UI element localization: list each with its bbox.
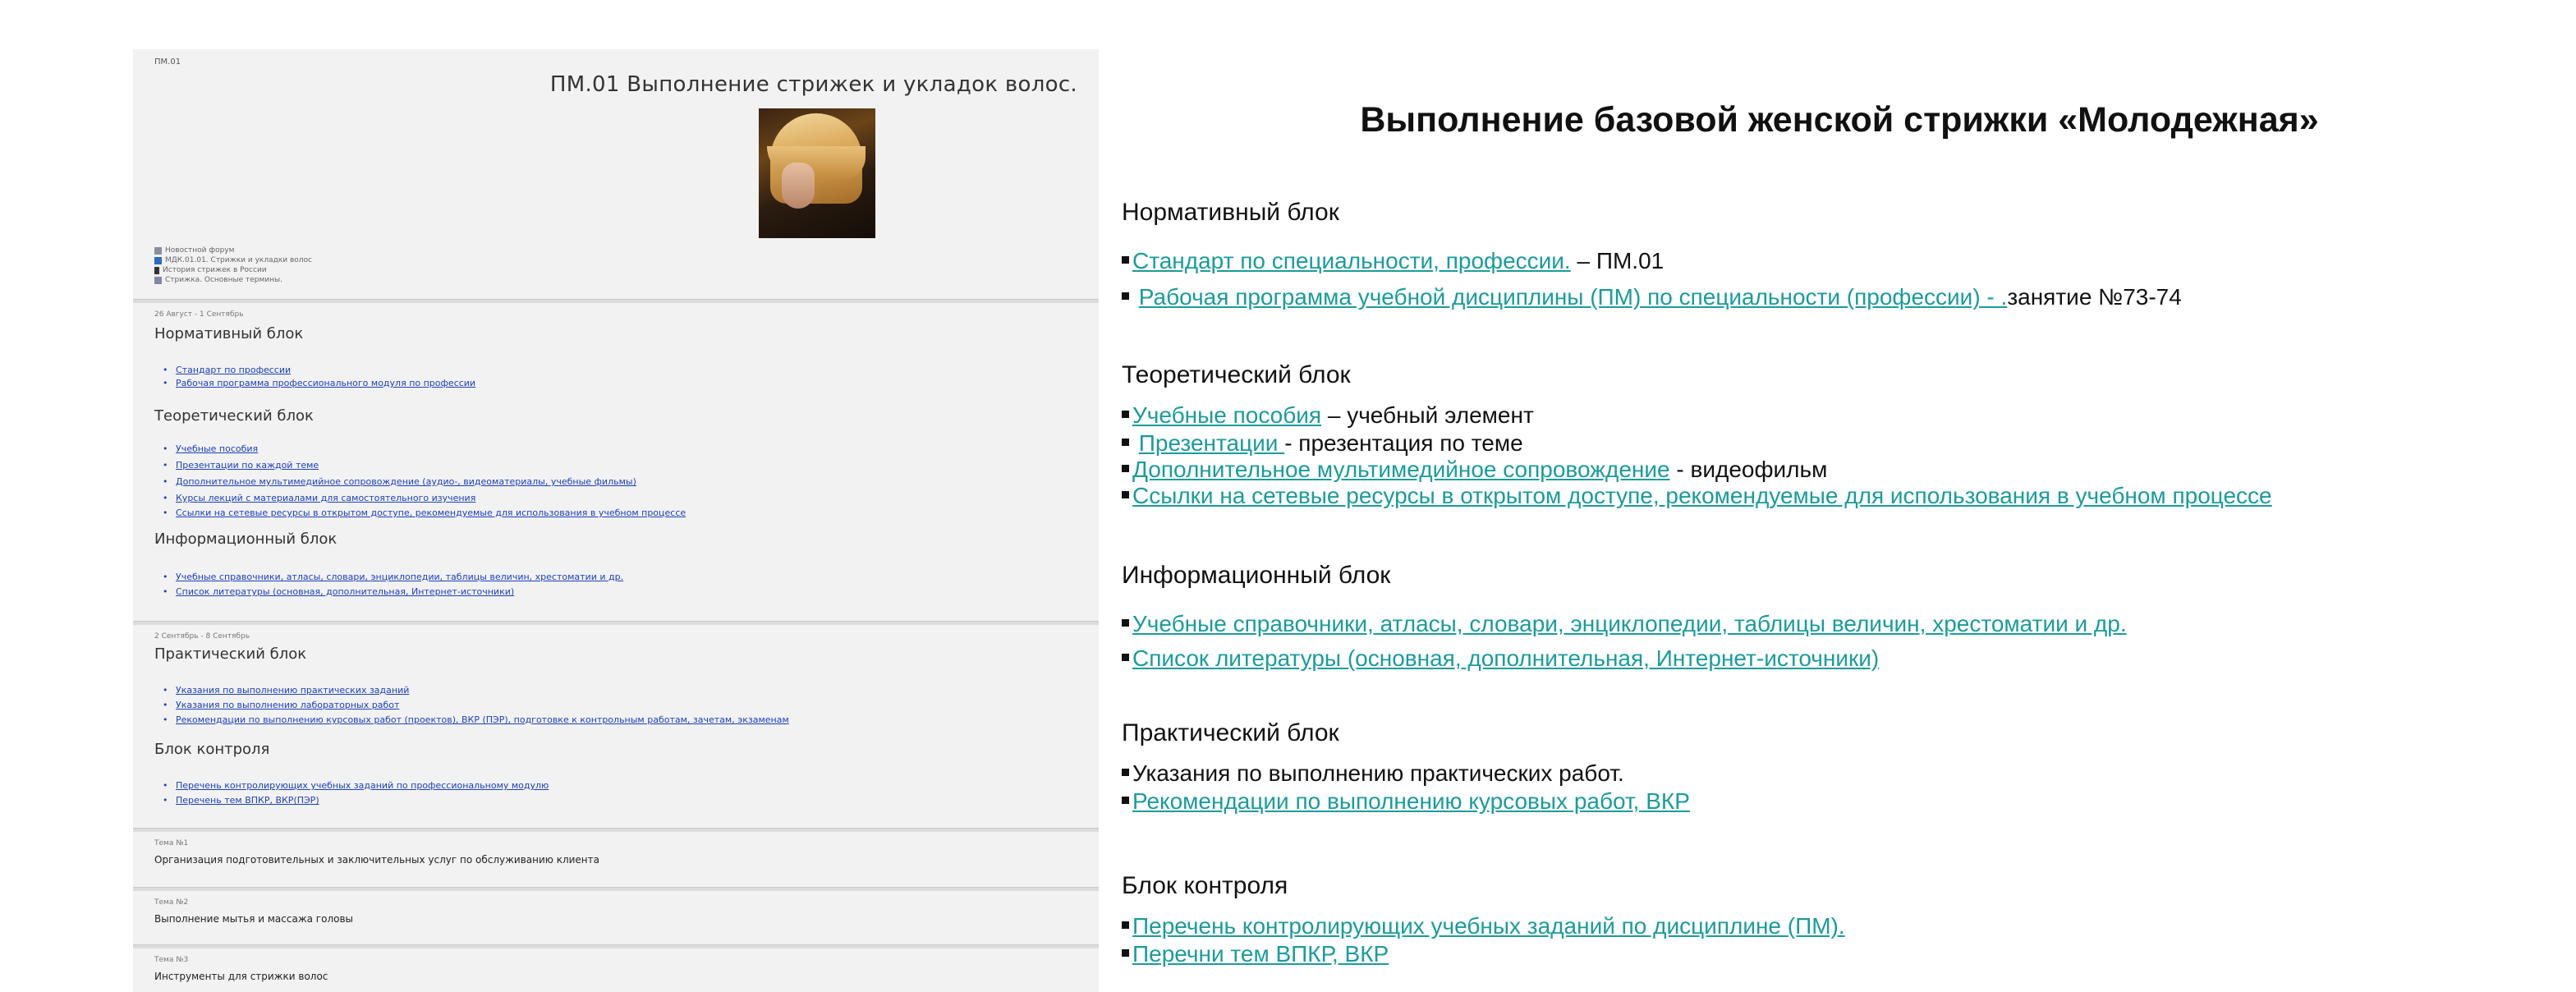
info-row-2: Список литературы (основная, дополнитель… [1122,645,1879,672]
work-program-link[interactable]: Рабочая программа учебной дисциплины (ПМ… [1139,284,2008,310]
topic-3-title[interactable]: Инструменты для стрижки волос [154,971,328,982]
bullet-square-icon [1122,619,1129,627]
link-standard[interactable]: Стандарт по профессии [176,365,291,375]
bullet-square-icon [1122,769,1129,777]
info-row-1: Учебные справочники, атласы, словари, эн… [1122,611,2127,637]
course-page-screenshot: ПМ.01 ПМ.01 Выполнение стрижек и укладок… [133,49,1099,992]
link-practical-tasks[interactable]: Указания по выполнению практических зада… [176,685,409,696]
practice-heading: Практический блок [1122,719,1339,746]
topic-1-label: Тема №1 [154,839,189,847]
link-presentations[interactable]: Презентации по каждой теме [176,460,319,471]
practice-row-1: Указания по выполнению практических рабо… [1122,760,1624,787]
theory-row-1: Учебные пособия – учебный элемент [1122,402,1534,429]
link-literature[interactable]: Список литературы (основная, дополнитель… [176,586,514,597]
reference-books-link[interactable]: Учебные справочники, атласы, словари, эн… [1132,611,2127,636]
link-web-resources[interactable]: Ссылки на сетевые ресурсы в открытом дос… [176,507,686,518]
web-resources-link[interactable]: Ссылки на сетевые ресурсы в открытом дос… [1132,483,2272,508]
link-multimedia[interactable]: Дополнительное мультимедийное сопровожде… [176,476,636,487]
doc-icon [154,256,162,264]
textbooks-link[interactable]: Учебные пособия [1132,402,1321,428]
section-divider [133,944,1099,948]
literature-link[interactable]: Список литературы (основная, дополнитель… [1132,645,1879,671]
theory-row-4: Ссылки на сетевые ресурсы в открытом дос… [1122,483,2272,509]
resource-terms[interactable]: Стрижка. Основные термины. [154,276,282,284]
week1-normative-heading: Нормативный блок [154,325,304,342]
bullet-square-icon [1122,921,1129,930]
link-lab-works[interactable]: Указания по выполнению лабораторных рабо… [176,700,399,710]
coursework-link[interactable]: Рекомендации по выполнению курсовых рабо… [1132,788,1690,814]
course-image [759,108,875,238]
bullet-square-icon [1122,491,1129,499]
breadcrumb[interactable]: ПМ.01 [154,57,181,67]
topic-2-title[interactable]: Выполнение мытья и массажа головы [154,913,353,925]
link-reference-books[interactable]: Учебные справочники, атласы, словари, эн… [176,572,623,582]
section-divider [133,828,1099,832]
resource-forum[interactable]: Новостной форум [154,246,234,255]
course-title: ПМ.01 Выполнение стрижек и укладок волос… [549,72,1077,97]
bullet-square-icon [1122,465,1129,473]
control-heading: Блок контроля [1122,872,1288,899]
week2-date: 2 Сентябрь - 8 Сентябрь [154,632,250,641]
vpkr-topics-link[interactable]: Перечни тем ВПКР, ВКР [1132,941,1389,967]
link-textbooks[interactable]: Учебные пособия [176,443,258,454]
control-tasks-link[interactable]: Перечень контролирующих учебных заданий … [1132,913,1845,939]
resource-history[interactable]: История стрижек в России [154,266,267,274]
bullet-square-icon [1122,654,1129,662]
section-divider [133,887,1099,891]
theory-row-3: Дополнительное мультимедийное сопровожде… [1122,457,1827,483]
week2-practice-heading: Практический блок [154,645,307,663]
file-icon [154,266,159,274]
slide-title: Выполнение базовой женской стрижки «Моло… [1360,100,2319,140]
theory-row-2: Презентации - презентация по теме [1122,430,1523,457]
resource-mdk[interactable]: МДК.01.01. Стрижки и укладки волос [154,256,312,264]
link-vpkr-topics[interactable]: Перечень тем ВПКР, ВКР(ПЭР) [176,795,319,806]
normative-row-2: Рабочая программа учебной дисциплины (ПМ… [1122,284,2182,310]
multimedia-link[interactable]: Дополнительное мультимедийное сопровожде… [1132,457,1670,482]
link-control-tasks[interactable]: Перечень контролирующих учебных заданий … [176,780,549,791]
lesson-slide: Выполнение базовой женской стрижки «Моло… [1100,0,2576,992]
week2-control-heading: Блок контроля [154,741,270,758]
topic-2-label: Тема №2 [154,898,189,907]
link-work-program[interactable]: Рабочая программа профессионального моду… [176,378,475,388]
normative-row-1: Стандарт по специальности, профессии. – … [1122,248,1664,274]
practice-row-2: Рекомендации по выполнению курсовых рабо… [1122,788,1690,815]
bullet-square-icon [1122,439,1129,447]
standard-link[interactable]: Стандарт по специальности, профессии. [1132,248,1571,273]
section-divider [133,621,1099,625]
bullet-square-icon [1122,797,1129,805]
section-divider [133,299,1099,303]
topic-3-label: Тема №3 [154,956,189,964]
normative-heading: Нормативный блок [1122,199,1339,226]
week1-info-heading: Информационный блок [154,530,337,548]
link-coursework-recs[interactable]: Рекомендации по выполнению курсовых рабо… [176,714,789,725]
link-lecture-courses[interactable]: Курсы лекций с материалами для самостоят… [176,493,475,503]
presentations-link[interactable]: Презентации [1139,430,1284,456]
info-heading: Информационный блок [1122,562,1391,589]
bullet-square-icon [1122,256,1129,264]
theory-heading: Теоретический блок [1122,361,1351,388]
bullet-square-icon [1122,292,1129,301]
forum-icon [154,246,162,255]
control-row-1: Перечень контролирующих учебных заданий … [1122,913,1845,939]
week1-date: 26 Август - 1 Сентябрь [154,310,244,319]
control-row-2: Перечни тем ВПКР, ВКР [1122,941,1389,967]
bullet-square-icon [1122,949,1129,958]
presentation-icon [154,276,162,284]
bullet-square-icon [1122,411,1129,419]
topic-1-title[interactable]: Организация подготовительных и заключите… [154,854,599,866]
week1-theory-heading: Теоретический блок [154,407,314,425]
